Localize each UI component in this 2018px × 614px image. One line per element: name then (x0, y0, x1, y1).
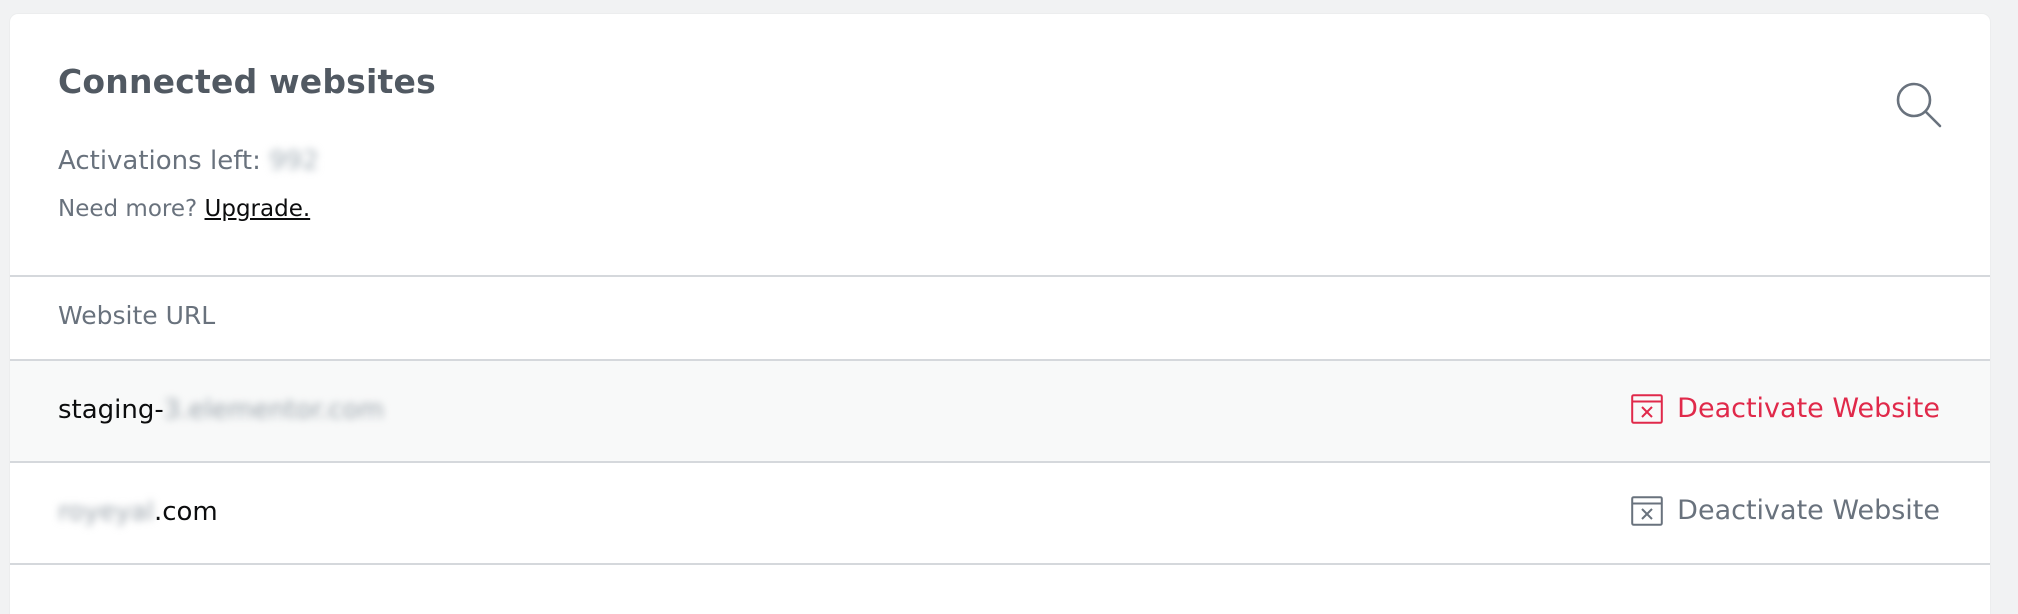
table-column-header: Website URL (10, 277, 1990, 361)
deactivate-website-button[interactable]: Deactivate Website (1631, 393, 1940, 424)
activations-left: Activations left: 992 (58, 146, 319, 176)
page-title: Connected websites (58, 62, 436, 101)
website-url: staging-3.elementor.com (58, 395, 384, 425)
need-more-label: Need more? (58, 196, 205, 222)
url-prefix: staging- (58, 395, 164, 425)
upgrade-link[interactable]: Upgrade. (205, 196, 311, 222)
column-header-website-url: Website URL (58, 301, 216, 330)
activations-label: Activations left: (58, 146, 270, 176)
deactivate-label: Deactivate Website (1677, 495, 1940, 526)
deactivate-label: Deactivate Website (1677, 393, 1940, 424)
search-icon[interactable] (1894, 80, 1944, 130)
window-close-icon (1631, 495, 1663, 526)
deactivate-website-button[interactable]: Deactivate Website (1631, 495, 1940, 526)
url-suffix: .com (153, 497, 218, 527)
url-blurred: royeyal (58, 497, 154, 527)
website-url: royeyal.com (58, 497, 218, 527)
connected-websites-card: Connected websites Activations left: 992… (10, 14, 1990, 614)
window-close-icon (1631, 393, 1663, 424)
url-blurred: 3.elementor.com (163, 395, 384, 425)
activations-count: 992 (269, 146, 319, 176)
need-more-text: Need more? Upgrade. (58, 196, 310, 222)
table-row: royeyal.com Deactivate Website (10, 463, 1990, 565)
card-header: Connected websites Activations left: 992… (10, 14, 1990, 277)
table-row: staging-3.elementor.com Deactivate Websi… (10, 361, 1990, 463)
